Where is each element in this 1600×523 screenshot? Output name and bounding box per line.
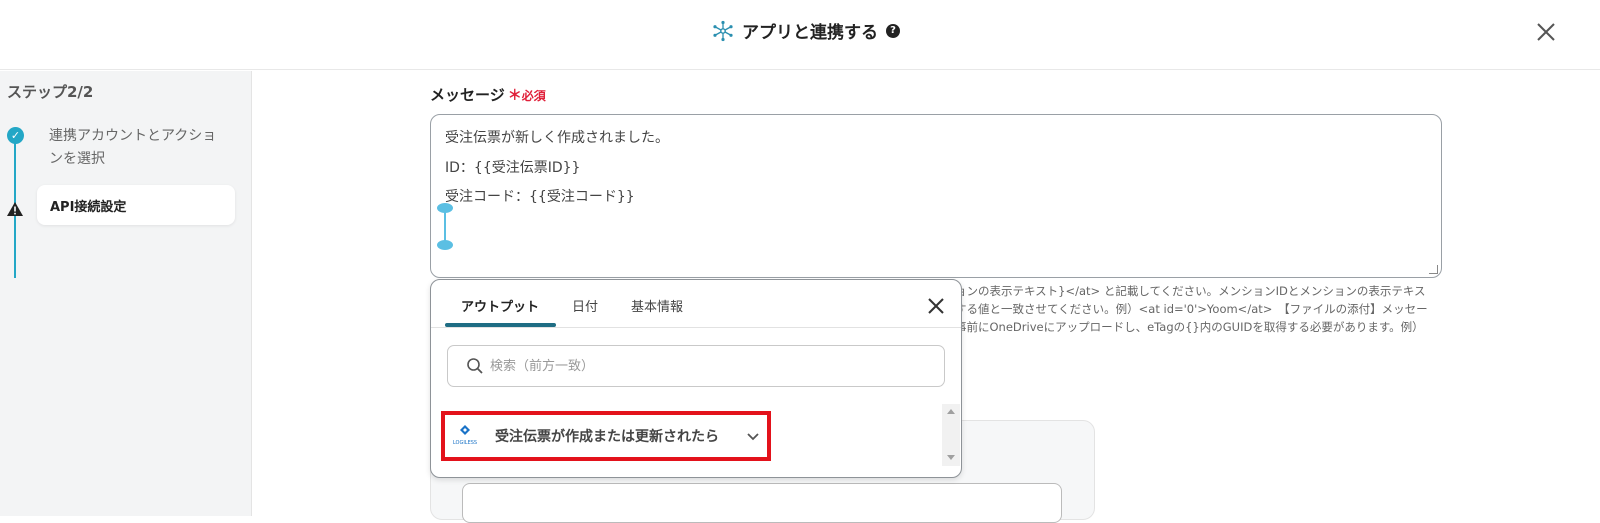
message-textarea[interactable]: 受注伝票が新しく作成されました。 ID：{{受注伝票ID}} 受注コード：{{受… — [430, 114, 1442, 278]
help-icon[interactable]: ? — [886, 23, 900, 38]
scroll-down-arrow[interactable] — [947, 455, 955, 460]
close-icon[interactable] — [927, 297, 945, 315]
tab-basic-info[interactable]: 基本情報 — [631, 296, 683, 315]
page-title: アプリと連携する ? — [712, 18, 900, 43]
popup-tabs: アウトプット 日付 基本情報 — [431, 280, 961, 328]
hint-line: する値と一致させてください。例）<at id='0'>Yoom</at> 【ファ… — [955, 302, 1428, 316]
hint-line: ョンの表示テキスト}</at> と記載してください。メンションIDとメンションの… — [955, 284, 1426, 298]
tab-date[interactable]: 日付 — [572, 296, 598, 315]
check-icon: ✓ — [7, 127, 24, 144]
message-field-label: メッセージ ＊必須 — [430, 84, 546, 105]
sidebar-item-label: API接続設定 — [50, 200, 127, 215]
output-picker-popup: アウトプット 日付 基本情報 LOGILESS 受注伝票が作成または更新されたら — [430, 279, 962, 478]
required-text: 必須 — [521, 89, 546, 103]
output-group-label: 受注伝票が作成または更新されたら — [495, 429, 719, 445]
output-group-item[interactable]: LOGILESS 受注伝票が作成または更新されたら — [441, 411, 771, 461]
header: アプリと連携する ? — [0, 0, 1600, 70]
close-icon[interactable] — [1534, 20, 1558, 44]
message-line: 受注伝票が新しく作成されました。 — [445, 130, 669, 146]
scroll-up-arrow[interactable] — [947, 409, 955, 414]
active-tab-indicator — [445, 323, 556, 327]
hint-line: 事前にOneDriveにアップロードし、eTagの{}内のGUIDを取得する必要… — [955, 320, 1424, 334]
search-icon — [467, 358, 483, 374]
page-title-text: アプリと連携する — [742, 23, 878, 43]
step-counter: ステップ2/2 — [7, 83, 94, 101]
resize-handle[interactable] — [1429, 265, 1438, 274]
sidebar: ステップ2/2 ✓ 連携アカウントとアクションを選択 API接続設定 — [0, 71, 252, 516]
network-icon — [713, 20, 733, 41]
text-cursor-handle[interactable] — [435, 203, 455, 251]
sidebar-item-select-account[interactable]: 連携アカウントとアクションを選択 — [49, 125, 224, 171]
search-box — [447, 345, 945, 387]
logiless-logo-icon: LOGILESS — [453, 425, 477, 446]
message-line: 受注コード：{{受注コード}} — [445, 189, 635, 205]
search-input[interactable] — [490, 346, 930, 386]
message-line: ID：{{受注伝票ID}} — [445, 160, 581, 176]
field-hint: ョンの表示テキスト}</at> と記載してください。メンションIDとメンションの… — [955, 282, 1445, 336]
scrollbar[interactable] — [942, 404, 960, 466]
required-mark: ＊ — [507, 88, 522, 104]
message-label-text: メッセージ — [430, 86, 505, 104]
warning-icon — [7, 202, 23, 216]
logo-text: LOGILESS — [453, 440, 477, 446]
sidebar-item-api-settings[interactable]: API接続設定 — [37, 185, 235, 225]
tab-output[interactable]: アウトプット — [461, 296, 539, 315]
chevron-down-icon — [747, 433, 759, 441]
next-section-input[interactable] — [462, 483, 1062, 523]
